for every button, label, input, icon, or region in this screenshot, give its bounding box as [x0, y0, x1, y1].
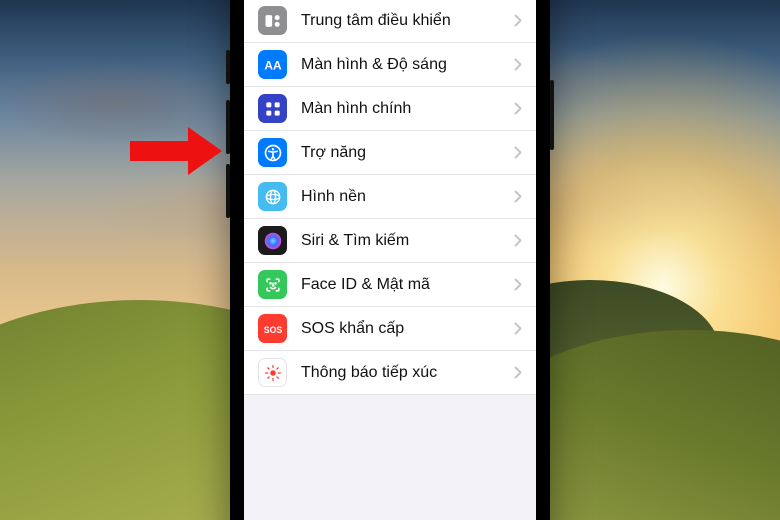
settings-row-display-brightness[interactable]: AA Màn hình & Độ sáng [244, 43, 536, 87]
exposure-notifications-icon [258, 358, 287, 387]
face-id-passcode-icon [258, 270, 287, 299]
svg-text:SOS: SOS [263, 325, 282, 335]
chevron-right-icon [514, 278, 522, 291]
settings-row-label: Face ID & Mật mã [301, 276, 514, 294]
display-brightness-icon: AA [258, 50, 287, 79]
chevron-right-icon [514, 234, 522, 247]
settings-row-label: Màn hình chính [301, 100, 514, 118]
settings-row-control-center[interactable]: Trung tâm điều khiển [244, 0, 536, 43]
accessibility-icon [258, 138, 287, 167]
settings-row-label: SOS khẩn cấp [301, 320, 514, 338]
chevron-right-icon [514, 58, 522, 71]
settings-row-exposure-notifications[interactable]: Thông báo tiếp xúc [244, 351, 536, 395]
emergency-sos-icon: SOS [258, 314, 287, 343]
red-arrow-annotation [130, 127, 222, 175]
wallpaper-icon [258, 182, 287, 211]
settings-row-emergency-sos[interactable]: SOS SOS khẩn cấp [244, 307, 536, 351]
phone-frame: Cài đặt chungTrung tâm điều khiểnAAMàn h… [230, 0, 550, 520]
settings-row-label: Hình nền [301, 188, 514, 206]
chevron-right-icon [514, 146, 522, 159]
settings-row-accessibility[interactable]: Trợ năng [244, 131, 536, 175]
settings-row-wallpaper[interactable]: Hình nền [244, 175, 536, 219]
siri-search-icon [258, 226, 287, 255]
settings-row-label: Siri & Tìm kiếm [301, 232, 514, 250]
chevron-right-icon [514, 366, 522, 379]
chevron-right-icon [514, 102, 522, 115]
settings-row-label: Trợ năng [301, 144, 514, 162]
settings-list: Cài đặt chungTrung tâm điều khiểnAAMàn h… [244, 0, 536, 395]
chevron-right-icon [514, 14, 522, 27]
settings-row-siri-search[interactable]: Siri & Tìm kiếm [244, 219, 536, 263]
chevron-right-icon [514, 322, 522, 335]
settings-row-home-screen[interactable]: Màn hình chính [244, 87, 536, 131]
settings-row-label: Thông báo tiếp xúc [301, 364, 514, 382]
settings-row-label: Trung tâm điều khiển [301, 12, 514, 30]
tutorial-image: Cài đặt chungTrung tâm điều khiểnAAMàn h… [0, 0, 780, 520]
control-center-icon [258, 6, 287, 35]
chevron-right-icon [514, 190, 522, 203]
settings-row-label: Màn hình & Độ sáng [301, 56, 514, 74]
svg-text:AA: AA [264, 58, 282, 72]
settings-row-face-id-passcode[interactable]: Face ID & Mật mã [244, 263, 536, 307]
phone-screen: Cài đặt chungTrung tâm điều khiểnAAMàn h… [244, 0, 536, 520]
home-screen-icon [258, 94, 287, 123]
